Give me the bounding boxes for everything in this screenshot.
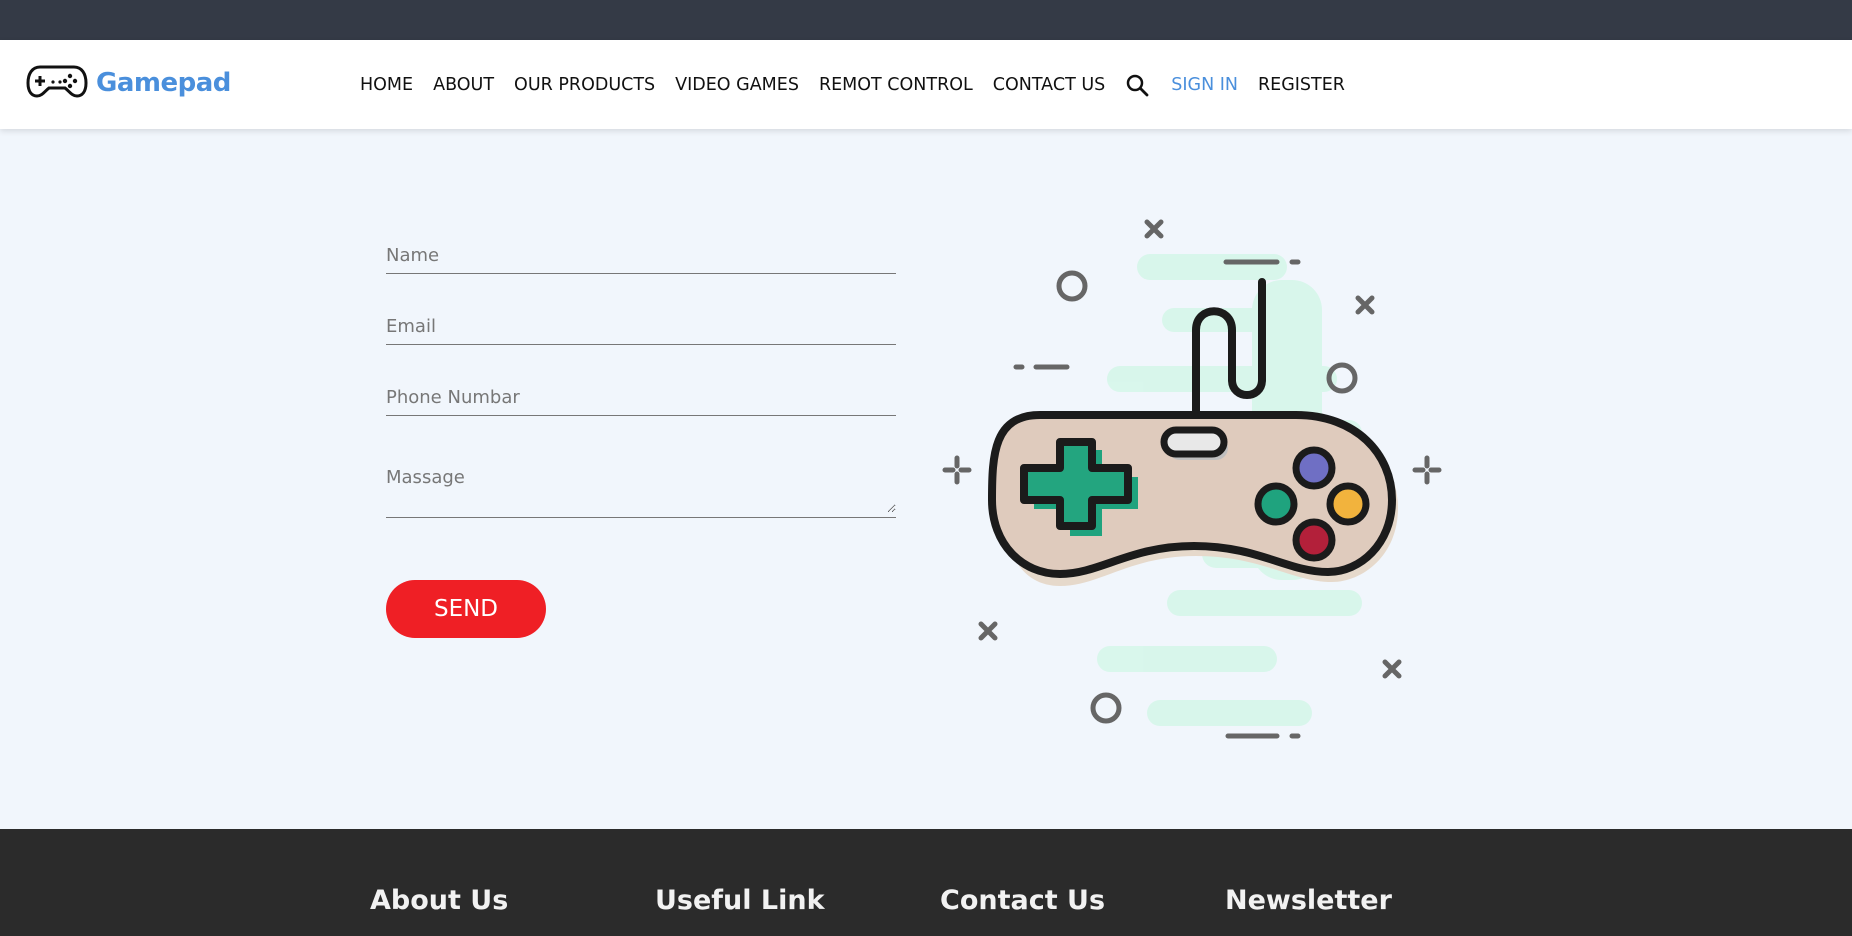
nav-item-our-products[interactable]: OUR PRODUCTS <box>514 75 655 95</box>
message-textarea[interactable] <box>386 463 896 513</box>
nav-item-contact-us[interactable]: CONTACT US <box>993 75 1105 95</box>
phone-input[interactable] <box>386 378 896 415</box>
send-button[interactable]: SEND <box>386 580 546 638</box>
top-bar <box>0 0 1852 40</box>
register-link[interactable]: REGISTER <box>1258 75 1345 95</box>
email-input[interactable] <box>386 307 896 344</box>
nav-item-about[interactable]: ABOUT <box>433 75 494 95</box>
footer-about-title: About Us <box>370 885 509 916</box>
footer-useful-title: Useful Link <box>655 885 825 916</box>
sign-in-link[interactable]: SIGN IN <box>1171 75 1238 95</box>
footer-newsletter-title: Newsletter <box>1225 885 1392 916</box>
nav-item-home[interactable]: HOME <box>360 75 413 95</box>
brand-name: Gamepad <box>96 68 231 98</box>
footer: About Us Useful Link Contact Us Newslett… <box>0 829 1852 936</box>
footer-contact-title: Contact Us <box>940 885 1106 916</box>
navbar: Gamepad HOME ABOUT OUR PRODUCTS VIDEO GA… <box>0 40 1852 129</box>
message-field-wrapper <box>386 463 896 518</box>
name-input[interactable] <box>386 236 896 273</box>
main-nav: HOME ABOUT OUR PRODUCTS VIDEO GAMES REMO… <box>360 40 1365 129</box>
name-field-wrapper <box>386 236 896 274</box>
nav-item-remot-control[interactable]: REMOT CONTROL <box>819 75 973 95</box>
email-field-wrapper <box>386 307 896 345</box>
search-icon[interactable] <box>1125 73 1149 97</box>
game-controller-illustration <box>932 210 1452 750</box>
brand-logo[interactable]: Gamepad <box>26 64 231 102</box>
gamepad-icon <box>26 64 88 102</box>
nav-item-video-games[interactable]: VIDEO GAMES <box>675 75 799 95</box>
phone-field-wrapper <box>386 378 896 416</box>
